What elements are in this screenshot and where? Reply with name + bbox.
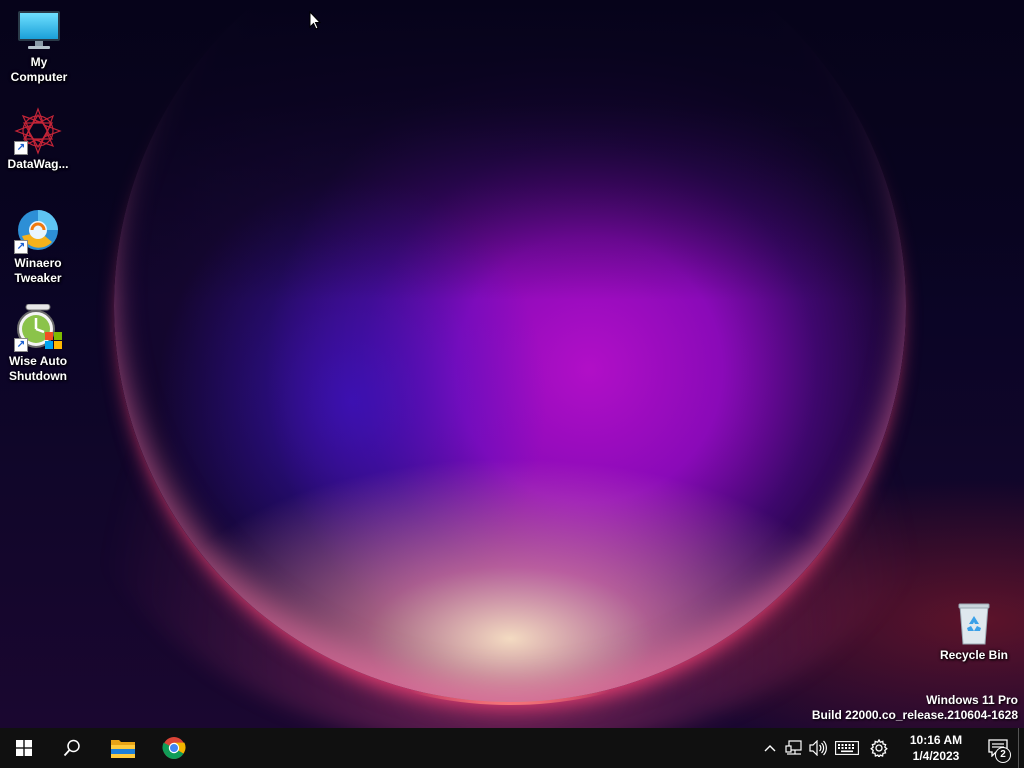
network-icon bbox=[785, 740, 802, 755]
notification-count-badge: 2 bbox=[995, 747, 1011, 763]
search-button[interactable] bbox=[48, 728, 96, 768]
datawag-icon: ↗ bbox=[14, 107, 62, 155]
network-button[interactable] bbox=[782, 728, 806, 768]
desktop-icon-winaero-tweaker[interactable]: ↗ Winaero Tweaker bbox=[2, 206, 74, 286]
volume-icon bbox=[809, 740, 827, 756]
clock-date: 1/4/2023 bbox=[912, 749, 960, 763]
volume-button[interactable] bbox=[806, 728, 830, 768]
watermark-edition: Windows 11 Pro bbox=[926, 693, 1018, 707]
chevron-up-icon bbox=[764, 745, 776, 752]
gear-icon bbox=[870, 739, 888, 757]
desktop-icon-recycle-bin[interactable]: Recycle Bin bbox=[934, 602, 1014, 663]
taskbar-google-chrome[interactable] bbox=[150, 728, 198, 768]
desktop-icon-label: My Computer bbox=[10, 55, 68, 84]
touch-keyboard-button[interactable] bbox=[830, 728, 864, 768]
shortcut-arrow-icon: ↗ bbox=[14, 240, 28, 254]
search-icon bbox=[63, 739, 80, 757]
start-button[interactable] bbox=[0, 728, 48, 768]
taskbar: 10:16 AM 1/4/2023 2 bbox=[0, 728, 1024, 768]
chrome-icon bbox=[162, 737, 186, 759]
winaero-tweaker-icon: ↗ bbox=[14, 206, 62, 254]
desktop-icon-datawag[interactable]: ↗ DataWag... bbox=[2, 107, 74, 172]
wise-auto-shutdown-icon: ↗ bbox=[14, 303, 62, 352]
desktop-icon-label: Recycle Bin bbox=[939, 648, 1009, 662]
desktop-wallpaper[interactable]: My Computer ↗ DataWag... ↗ Winaero Tweak… bbox=[0, 0, 1024, 728]
clock-time: 10:16 AM bbox=[909, 733, 963, 747]
taskbar-clock[interactable]: 10:16 AM 1/4/2023 bbox=[898, 732, 974, 764]
desktop-icon-label: Wise Auto Shutdown bbox=[8, 354, 68, 383]
watermark-build: Build 22000.co_release.210604-1628 bbox=[811, 708, 1018, 722]
shortcut-arrow-icon: ↗ bbox=[14, 338, 28, 352]
recycle-bin-icon bbox=[950, 602, 998, 646]
taskbar-file-explorer[interactable] bbox=[99, 728, 147, 768]
desktop-icon-label: DataWag... bbox=[7, 157, 69, 171]
show-hidden-icons-button[interactable] bbox=[758, 728, 782, 768]
monitor-icon bbox=[15, 9, 63, 53]
show-desktop-button[interactable] bbox=[1018, 728, 1024, 768]
folder-icon bbox=[111, 740, 135, 758]
desktop-icon-label: Winaero Tweaker bbox=[14, 256, 62, 285]
notification-center-button[interactable]: 2 bbox=[978, 728, 1018, 768]
desktop-icon-my-computer[interactable]: My Computer bbox=[3, 9, 75, 85]
keyboard-icon bbox=[835, 741, 859, 755]
shortcut-arrow-icon: ↗ bbox=[14, 141, 28, 155]
settings-button[interactable] bbox=[864, 728, 894, 768]
system-tray: 10:16 AM 1/4/2023 2 bbox=[758, 728, 1024, 768]
windows-logo-icon bbox=[16, 740, 32, 756]
wallpaper-top-fade bbox=[0, 0, 1024, 300]
mouse-cursor-icon bbox=[309, 10, 322, 35]
desktop-icon-wise-auto-shutdown[interactable]: ↗ Wise Auto Shutdown bbox=[2, 303, 74, 384]
windows-build-watermark: Windows 11 Pro Build 22000.co_release.21… bbox=[812, 693, 1018, 723]
